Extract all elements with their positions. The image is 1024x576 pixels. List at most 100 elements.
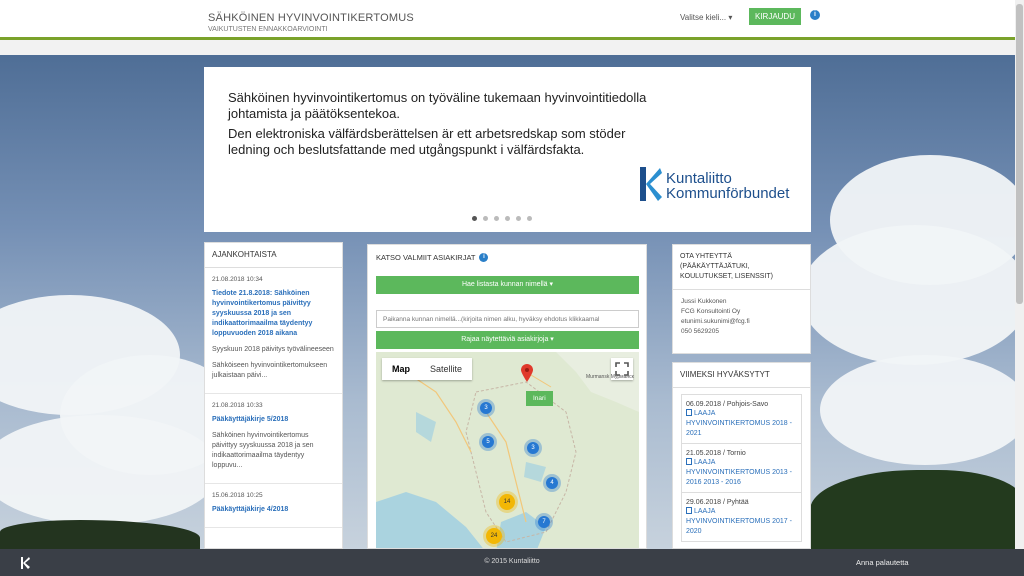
news-item: 21.08.2018 10:34 Tiedote 21.8.2018: Sähk… (205, 268, 342, 394)
logo-line-sv: Kommunförbundet (666, 185, 790, 202)
documents-heading-text: KATSO VALMIIT ASIAKIRJAT (376, 253, 476, 262)
carousel-dot[interactable] (483, 216, 488, 221)
feedback-link[interactable]: Anna palautetta (856, 558, 909, 567)
map-type-toggle: Map Satellite (382, 358, 473, 380)
document-icon (686, 458, 692, 465)
news-body: Sähköinen hyvinvointikertomus päivittyy … (212, 432, 314, 469)
carousel-dot[interactable] (494, 216, 499, 221)
kuntaliitto-logo-icon (640, 167, 662, 201)
news-item: 21.08.2018 10:33 Pääkäyttäjäkirje 5/2018… (205, 394, 342, 484)
cluster-count: 4 (546, 477, 558, 489)
contact-email[interactable]: etunimi.sukunimi@fcg.fi (681, 317, 802, 327)
logo-line-fi: Kuntaliitto (666, 170, 732, 187)
map-cluster-marker[interactable]: 7 (535, 513, 553, 531)
finland-map[interactable]: Map Satellite Inari Murmansk Мурманск 3 5… (376, 352, 639, 548)
hero-carousel: Sähköinen hyvinvointikertomus on työväli… (204, 67, 811, 232)
carousel-dot[interactable] (527, 216, 532, 221)
contact-name: Jussi Kukkonen (681, 298, 727, 305)
news-title-link[interactable]: Pääkäyttäjäkirje 5/2018 (212, 415, 335, 425)
cluster-count: 3 (527, 442, 539, 454)
documents-panel: KATSO VALMIIT ASIAKIRJAT i Hae listasta … (367, 244, 647, 549)
page-scrollbar[interactable] (1015, 0, 1024, 549)
map-cluster-marker[interactable]: 3 (477, 399, 495, 417)
map-cluster-marker[interactable]: 24 (483, 525, 505, 547)
recent-meta: 06.09.2018 / Pohjois-Savo (686, 401, 769, 408)
city-label: Murmansk Мурманск (586, 374, 634, 380)
document-link[interactable]: LAAJA HYVINVOINTIKERTOMUS 2018 - 2021 (686, 409, 797, 439)
document-link[interactable]: LAAJA HYVINVOINTIKERTOMUS 2017 - 2020 (686, 507, 797, 537)
news-body: Sähköiseen hyvinvointikertomukseen julka… (212, 362, 328, 379)
document-link-text: LAAJA HYVINVOINTIKERTOMUS 2013 - 2016 20… (686, 459, 792, 486)
cloud-shape (800, 225, 1024, 365)
language-select[interactable]: Valitse kieli... ▾ (680, 13, 732, 22)
map-cluster-marker[interactable]: 4 (543, 474, 561, 492)
cluster-count: 24 (486, 528, 502, 544)
news-date: 15.06.2018 10:25 (212, 492, 263, 499)
logo-wordmark: Kuntaliitto Kommunförbundet (666, 171, 789, 201)
kuntaliitto-logo: Kuntaliitto Kommunförbundet (636, 165, 801, 209)
location-pin-icon[interactable] (521, 364, 533, 382)
cloud-shape (0, 415, 220, 525)
contact-panel: OTA YHTEYTTÄ (PÄÄKÄYTTÄJÄTUKI, KOULUTUKS… (672, 244, 811, 354)
site-title[interactable]: SÄHKÖINEN HYVINVOINTIKERTOMUS (208, 12, 414, 24)
footer: © 2015 Kuntaliitto Anna palautetta (0, 549, 1024, 576)
contact-phone: 050 5629205 (681, 328, 719, 335)
news-heading: AJANKOHTAISTA (205, 243, 342, 268)
treeline-right (810, 470, 1024, 550)
scrollbar-thumb[interactable] (1016, 4, 1023, 304)
news-title-link[interactable]: Tiedote 21.8.2018: Sähköinen hyvinvointi… (212, 289, 335, 339)
header-strip (0, 40, 1024, 55)
recent-meta: 21.05.2018 / Tornio (686, 450, 746, 457)
contact-details: Jussi Kukkonen FCG Konsultointi Oy etuni… (673, 290, 810, 344)
contact-heading: OTA YHTEYTTÄ (PÄÄKÄYTTÄJÄTUKI, KOULUTUKS… (673, 245, 810, 290)
carousel-dot[interactable] (516, 216, 521, 221)
language-label: Valitse kieli... (680, 13, 727, 22)
municipality-search-input[interactable] (376, 310, 639, 328)
cloud-shape (820, 355, 1024, 465)
login-button[interactable]: KIRJAUDU (749, 8, 801, 25)
recent-heading: VIIMEKSI HYVÄKSYTYT (673, 363, 810, 388)
info-icon[interactable]: i (810, 10, 820, 20)
news-item: 15.06.2018 10:25 Pääkäyttäjäkirje 4/2018 (205, 484, 342, 528)
map-tab[interactable]: Map (382, 358, 420, 380)
marker-label[interactable]: Inari (526, 391, 553, 406)
map-cluster-marker[interactable]: 14 (496, 491, 518, 513)
hero-text-swedish: Den elektroniska välfärdsberättelsen är … (228, 126, 626, 157)
map-canvas (376, 352, 639, 548)
site-subtitle: VAIKUTUSTEN ENNAKKOARVIOINTI (208, 26, 328, 33)
document-link-text: LAAJA HYVINVOINTIKERTOMUS 2017 - 2020 (686, 508, 792, 535)
filter-documents-button[interactable]: Rajaa näytettäviä asiakirjoja ▾ (376, 331, 639, 349)
recent-list: 06.09.2018 / Pohjois-Savo LAAJA HYVINVOI… (681, 394, 802, 542)
news-panel: AJANKOHTAISTA 21.08.2018 10:34 Tiedote 2… (204, 242, 343, 549)
cluster-count: 14 (499, 494, 515, 510)
document-icon (686, 507, 692, 514)
info-icon[interactable]: i (479, 253, 489, 262)
list-item: 06.09.2018 / Pohjois-Savo LAAJA HYVINVOI… (682, 395, 801, 444)
news-title-link[interactable]: Pääkäyttäjäkirje 4/2018 (212, 505, 335, 515)
news-date: 21.08.2018 10:34 (212, 276, 263, 283)
list-item: 29.06.2018 / Pyhtää LAAJA HYVINVOINTIKER… (682, 493, 801, 541)
recent-meta: 29.06.2018 / Pyhtää (686, 499, 749, 506)
documents-heading: KATSO VALMIIT ASIAKIRJAT i (368, 245, 646, 270)
news-date: 21.08.2018 10:33 (212, 402, 263, 409)
cluster-count: 5 (482, 436, 494, 448)
map-cluster-marker[interactable]: 5 (479, 433, 497, 451)
search-by-name-button[interactable]: Hae listasta kunnan nimellä ▾ (376, 276, 639, 294)
cluster-count: 7 (538, 516, 550, 528)
recent-approved-panel: VIIMEKSI HYVÄKSYTYT 06.09.2018 / Pohjois… (672, 362, 811, 549)
document-link-text: LAAJA HYVINVOINTIKERTOMUS 2018 - 2021 (686, 410, 792, 437)
carousel-dot[interactable] (472, 216, 477, 221)
document-link[interactable]: LAAJA HYVINVOINTIKERTOMUS 2013 - 2016 20… (686, 458, 797, 488)
top-header: SÄHKÖINEN HYVINVOINTIKERTOMUS VAIKUTUSTE… (0, 0, 1024, 40)
news-body: Syyskuun 2018 päivitys työvälineeseen (212, 346, 334, 353)
document-icon (686, 409, 692, 416)
list-item: 21.05.2018 / Tornio LAAJA HYVINVOINTIKER… (682, 444, 801, 493)
chevron-down-icon: ▾ (728, 13, 733, 22)
carousel-dot[interactable] (505, 216, 510, 221)
hero-text-finnish: Sähköinen hyvinvointikertomus on työväli… (228, 90, 647, 121)
carousel-dots[interactable] (472, 216, 532, 221)
cluster-count: 3 (480, 402, 492, 414)
contact-company: FCG Konsultointi Oy (681, 308, 741, 315)
map-cluster-marker[interactable]: 3 (524, 439, 542, 457)
satellite-tab[interactable]: Satellite (420, 358, 472, 380)
